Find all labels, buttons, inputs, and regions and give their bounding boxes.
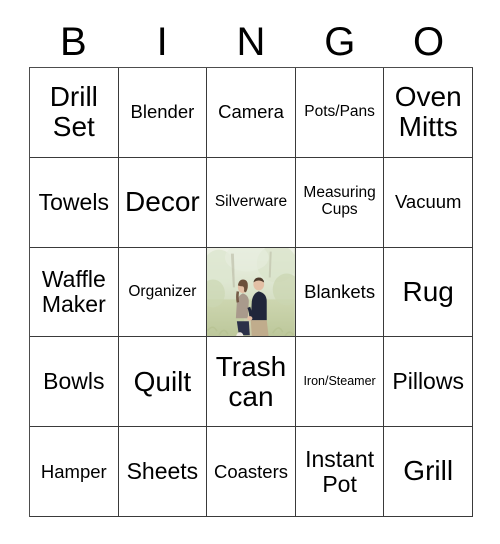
bingo-cell-r1c3[interactable]: Camera [207,68,296,158]
bingo-cell-r3c5[interactable]: Rug [384,247,473,338]
bingo-cell-r2c3[interactable]: Silverware [207,157,296,248]
bingo-cell-r3c2[interactable]: Organizer [118,247,208,338]
bingo-grid: Drill Set Blender Camera Pots/Pans Oven … [29,67,473,517]
bingo-cell-label: Blankets [304,281,376,302]
bingo-cell-r1c1[interactable]: Drill Set [30,68,119,158]
bingo-card: B I N G O Drill Set Blender Camera Pots/… [0,0,500,544]
header-letter-o: O [413,20,445,64]
bingo-cell-r4c1[interactable]: Bowls [30,337,119,428]
bingo-cell-label: Sheets [126,458,199,485]
bingo-cell-r5c2[interactable]: Sheets [118,427,208,517]
bingo-cell-label: Trash can [215,350,287,412]
bingo-header: B I N G O [29,18,473,66]
bingo-cell-label: Measuring Cups [303,184,376,219]
bingo-cell-label: Hamper [40,460,107,482]
bingo-cell-r4c2[interactable]: Quilt [118,337,208,428]
bingo-cell-free-space-photo[interactable] [207,247,296,338]
bingo-cell-label: Decor [125,186,200,218]
bingo-cell-r1c2[interactable]: Blender [118,68,208,158]
bingo-cell-label: Blender [130,101,195,123]
bingo-cell-r5c5[interactable]: Grill [384,427,473,517]
bingo-cell-label: Instant Pot [305,445,375,497]
bingo-cell-label: Camera [218,101,284,123]
bingo-cell-r2c1[interactable]: Towels [30,157,119,248]
header-letter-b: B [60,20,87,64]
bingo-cell-label: Pots/Pans [304,103,375,121]
bingo-cell-label: Bowls [43,368,105,395]
bingo-cell-label: Towels [38,188,109,215]
bingo-cell-label: Iron/Steamer [303,374,376,389]
bingo-cell-r5c3[interactable]: Coasters [207,427,296,517]
couple-in-field-photo [207,247,295,337]
bingo-cell-label: Silverware [214,192,288,210]
bingo-cell-r2c5[interactable]: Vacuum [384,157,473,248]
bingo-cell-r5c1[interactable]: Hamper [30,427,119,517]
bingo-cell-r5c4[interactable]: Instant Pot [295,427,385,517]
header-letter-g: G [324,20,356,64]
bingo-cell-label: Quilt [133,365,192,397]
bingo-cell-label: Vacuum [394,191,462,213]
bingo-cell-r1c4[interactable]: Pots/Pans [295,68,385,158]
bingo-cell-r3c4[interactable]: Blankets [295,247,385,338]
couple-photo-illustration [207,247,295,337]
bingo-cell-label: Organizer [128,282,197,300]
bingo-cell-r3c1[interactable]: Waffle Maker [30,247,119,338]
bingo-cell-r1c5[interactable]: Oven Mitts [384,68,473,158]
header-letter-i: I [156,20,168,64]
bingo-cell-label: Grill [403,455,454,487]
bingo-cell-r2c2[interactable]: Decor [118,157,208,248]
bingo-cell-label: Waffle Maker [41,266,106,317]
bingo-cell-label: Oven Mitts [394,81,462,143]
bingo-cell-label: Rug [402,275,454,307]
bingo-cell-label: Drill Set [49,81,98,143]
bingo-cell-label: Coasters [213,460,288,482]
header-letter-n: N [236,20,266,64]
bingo-cell-r2c4[interactable]: Measuring Cups [295,157,385,248]
bingo-cell-label: Pillows [392,368,464,395]
bingo-cell-r4c5[interactable]: Pillows [384,337,473,428]
bingo-cell-r4c4[interactable]: Iron/Steamer [295,337,385,428]
bingo-cell-r4c3[interactable]: Trash can [207,337,296,428]
